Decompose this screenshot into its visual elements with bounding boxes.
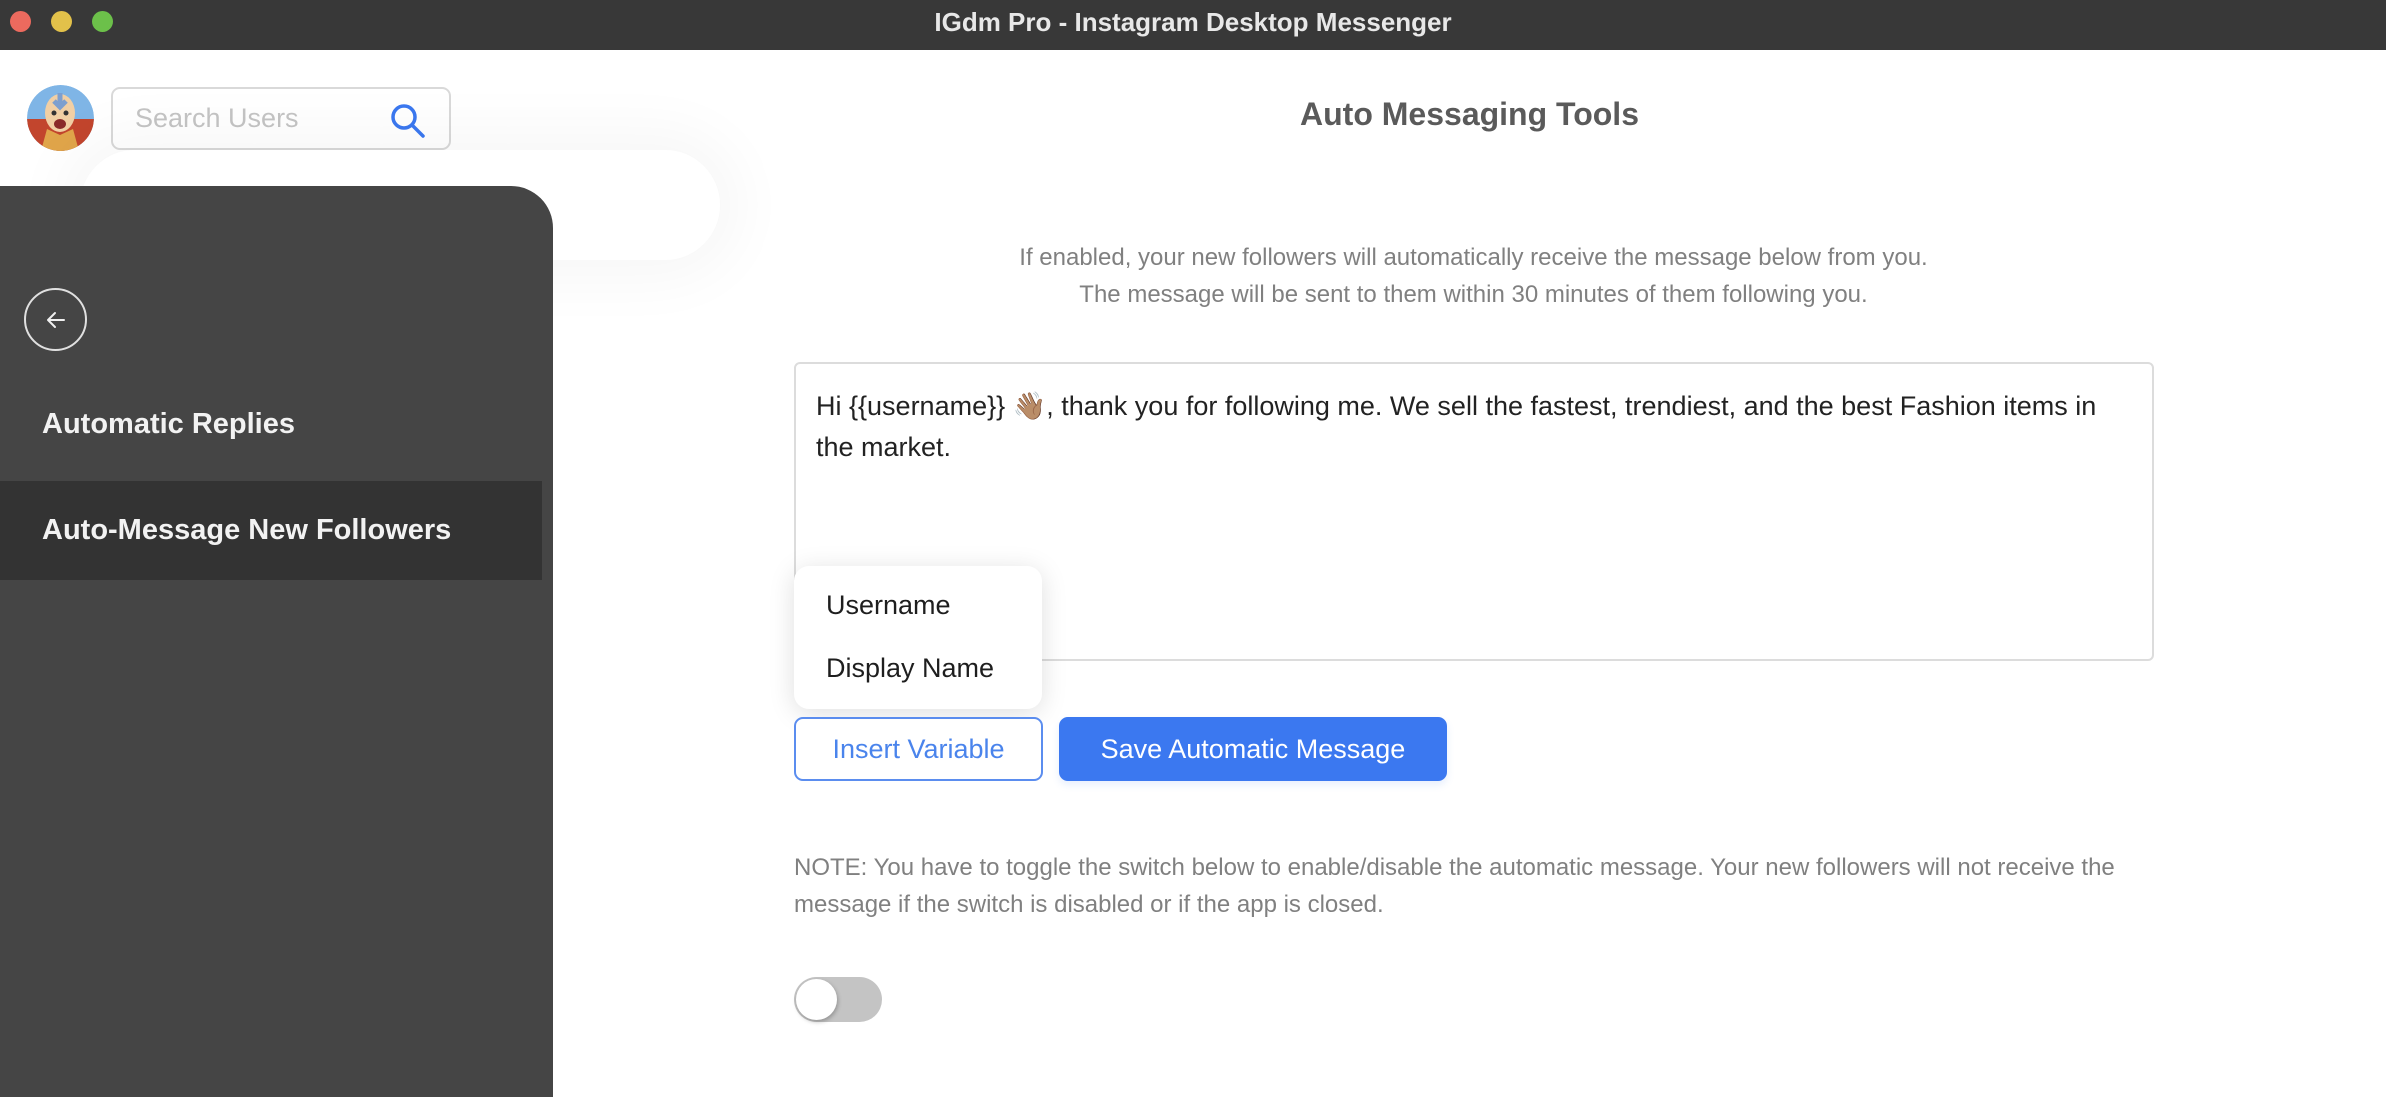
toggle-knob[interactable] <box>796 979 837 1020</box>
search-box <box>111 87 451 150</box>
page-title: Auto Messaging Tools <box>553 96 2386 133</box>
window-title: IGdm Pro - Instagram Desktop Messenger <box>934 7 1452 37</box>
auto-message-toggle[interactable] <box>794 977 882 1022</box>
save-automatic-message-button[interactable]: Save Automatic Message <box>1059 717 1447 781</box>
insert-variable-menu: Username Display Name <box>794 566 1042 709</box>
title-bar: IGdm Pro - Instagram Desktop Messenger <box>0 0 2386 50</box>
page-title-text: Auto Messaging Tools <box>1300 96 1639 132</box>
sidebar-item-automatic-replies[interactable]: Automatic Replies <box>0 375 542 474</box>
description-line-1: If enabled, your new followers will auto… <box>1019 244 1928 271</box>
note-text: NOTE: You have to toggle the switch belo… <box>794 854 2115 918</box>
back-button[interactable] <box>24 288 87 351</box>
arrow-left-icon <box>47 312 65 328</box>
menu-item-username[interactable]: Username <box>826 590 951 621</box>
sidebar-item-label: Auto-Message New Followers <box>42 514 452 546</box>
search-users-input[interactable] <box>135 89 385 148</box>
menu-item-display-name[interactable]: Display Name <box>826 653 994 684</box>
avatar-icon <box>27 85 94 151</box>
sidebar-item-auto-message-new-followers[interactable]: Auto-Message New Followers <box>0 481 542 580</box>
sidebar-item-label: Automatic Replies <box>42 408 295 440</box>
user-avatar[interactable] <box>27 85 94 151</box>
search-icon[interactable] <box>389 102 427 140</box>
insert-variable-button[interactable]: Insert Variable <box>794 717 1043 781</box>
description-line-2: The message will be sent to them within … <box>1079 281 1868 308</box>
